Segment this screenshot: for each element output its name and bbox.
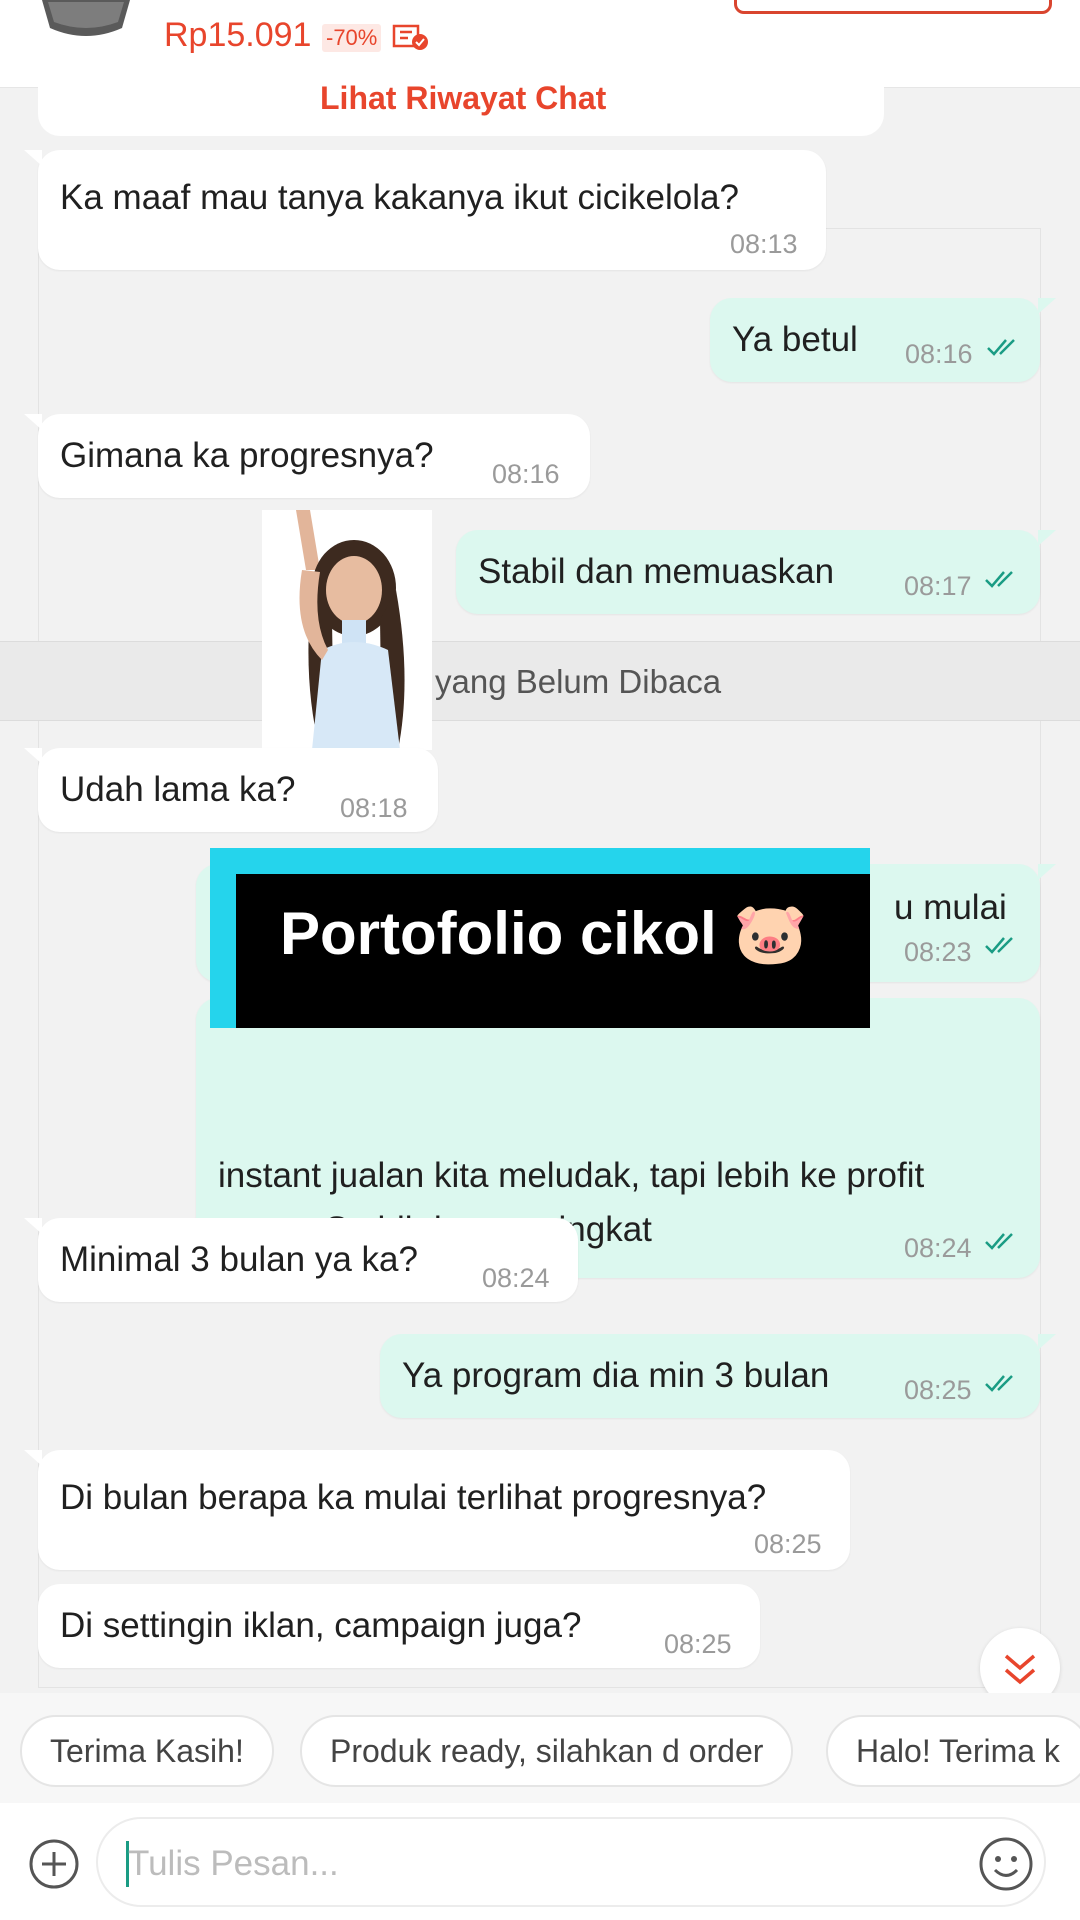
message-bubble-outgoing[interactable]: Ya program dia min 3 bulan 08:25 bbox=[380, 1334, 1056, 1418]
message-text: Minimal 3 bulan ya ka? bbox=[60, 1240, 418, 1279]
discount-badge: -70% bbox=[322, 24, 382, 52]
message-bubble-outgoing[interactable]: Stabil dan memuaskan 08:17 bbox=[456, 530, 1056, 614]
quick-reply-chip[interactable]: Halo! Terima k bbox=[826, 1715, 1080, 1787]
message-time: 08:24 bbox=[904, 1233, 972, 1263]
unread-label: yang Belum Dibaca bbox=[435, 663, 722, 700]
read-ticks-icon bbox=[985, 1233, 1013, 1250]
message-bubble-incoming[interactable]: Minimal 3 bulan ya ka? 08:24 bbox=[24, 1218, 578, 1302]
message-text: Stabil dan memuaskan bbox=[478, 552, 835, 591]
emoji-icon[interactable] bbox=[978, 1836, 1034, 1892]
voucher-icon bbox=[392, 24, 428, 50]
message-text-line: instant jualan kita meludak, tapi lebih … bbox=[218, 1156, 925, 1195]
message-text: Ya program dia min 3 bulan bbox=[402, 1356, 830, 1395]
message-bubble-incoming[interactable]: Gimana ka progresnya? 08:16 bbox=[24, 414, 590, 498]
message-text: Udah lama ka? bbox=[60, 770, 296, 809]
read-ticks-icon bbox=[985, 1375, 1013, 1392]
product-action-button[interactable] bbox=[734, 0, 1052, 14]
read-ticks-icon bbox=[985, 937, 1013, 954]
message-time: 08:16 bbox=[492, 459, 560, 489]
message-bubble-incoming[interactable]: Ka maaf mau tanya kakanya ikut cicikelol… bbox=[24, 150, 826, 270]
message-time: 08:25 bbox=[754, 1529, 822, 1559]
message-time: 08:24 bbox=[482, 1263, 550, 1293]
caption-text: Portofolio cikol 🐷 bbox=[280, 900, 809, 967]
quick-reply-chip[interactable]: Produk ready, silahkan d order bbox=[300, 1715, 794, 1787]
chat-history-link[interactable]: Lihat Riwayat Chat bbox=[320, 80, 606, 117]
message-time: 08:25 bbox=[904, 1375, 972, 1405]
chat-area[interactable]: Lihat Riwayat Chat Ka maaf mau tanya kak… bbox=[0, 80, 1080, 1708]
message-time: 08:17 bbox=[904, 571, 972, 601]
product-header[interactable]: Rp15.091 -70% bbox=[0, 0, 1080, 88]
quick-reply-chip[interactable]: Terima Kasih! bbox=[20, 1715, 274, 1787]
message-text: Ya betul bbox=[732, 320, 858, 359]
message-text: Gimana ka progresnya? bbox=[60, 436, 434, 475]
message-time: 08:25 bbox=[664, 1629, 732, 1659]
message-composer bbox=[0, 1803, 1080, 1920]
read-ticks-icon bbox=[985, 571, 1013, 588]
message-time: 08:13 bbox=[730, 229, 798, 259]
message-bubble-outgoing[interactable]: Ya betul 08:16 bbox=[710, 298, 1056, 382]
message-text: u mulai bbox=[894, 888, 1007, 927]
message-input-field[interactable] bbox=[96, 1817, 1046, 1907]
product-price: Rp15.091 bbox=[164, 16, 312, 54]
presenter-image bbox=[262, 510, 432, 750]
message-bubble-incoming[interactable]: Di settingin iklan, campaign juga? 08:25 bbox=[38, 1584, 760, 1668]
message-time: 08:18 bbox=[340, 793, 408, 823]
message-text: Di bulan berapa ka mulai terlihat progre… bbox=[60, 1478, 767, 1517]
message-text: Ka maaf mau tanya kakanya ikut cicikelol… bbox=[60, 178, 739, 217]
message-bubble-incoming[interactable]: Di bulan berapa ka mulai terlihat progre… bbox=[24, 1450, 850, 1570]
add-attachment-icon[interactable] bbox=[28, 1838, 80, 1890]
message-time: 08:23 bbox=[904, 937, 972, 967]
unread-divider: yang Belum Dibaca bbox=[0, 641, 1080, 721]
quick-replies-bar[interactable]: Terima Kasih! Produk ready, silahkan d o… bbox=[0, 1693, 1080, 1803]
message-bubble-incoming[interactable]: Udah lama ka? 08:18 bbox=[24, 748, 438, 832]
product-thumbnail[interactable] bbox=[38, 0, 134, 40]
message-time: 08:16 bbox=[905, 339, 973, 369]
message-input[interactable] bbox=[128, 1829, 888, 1899]
message-text: Di settingin iklan, campaign juga? bbox=[60, 1606, 582, 1645]
read-ticks-icon bbox=[987, 339, 1015, 356]
